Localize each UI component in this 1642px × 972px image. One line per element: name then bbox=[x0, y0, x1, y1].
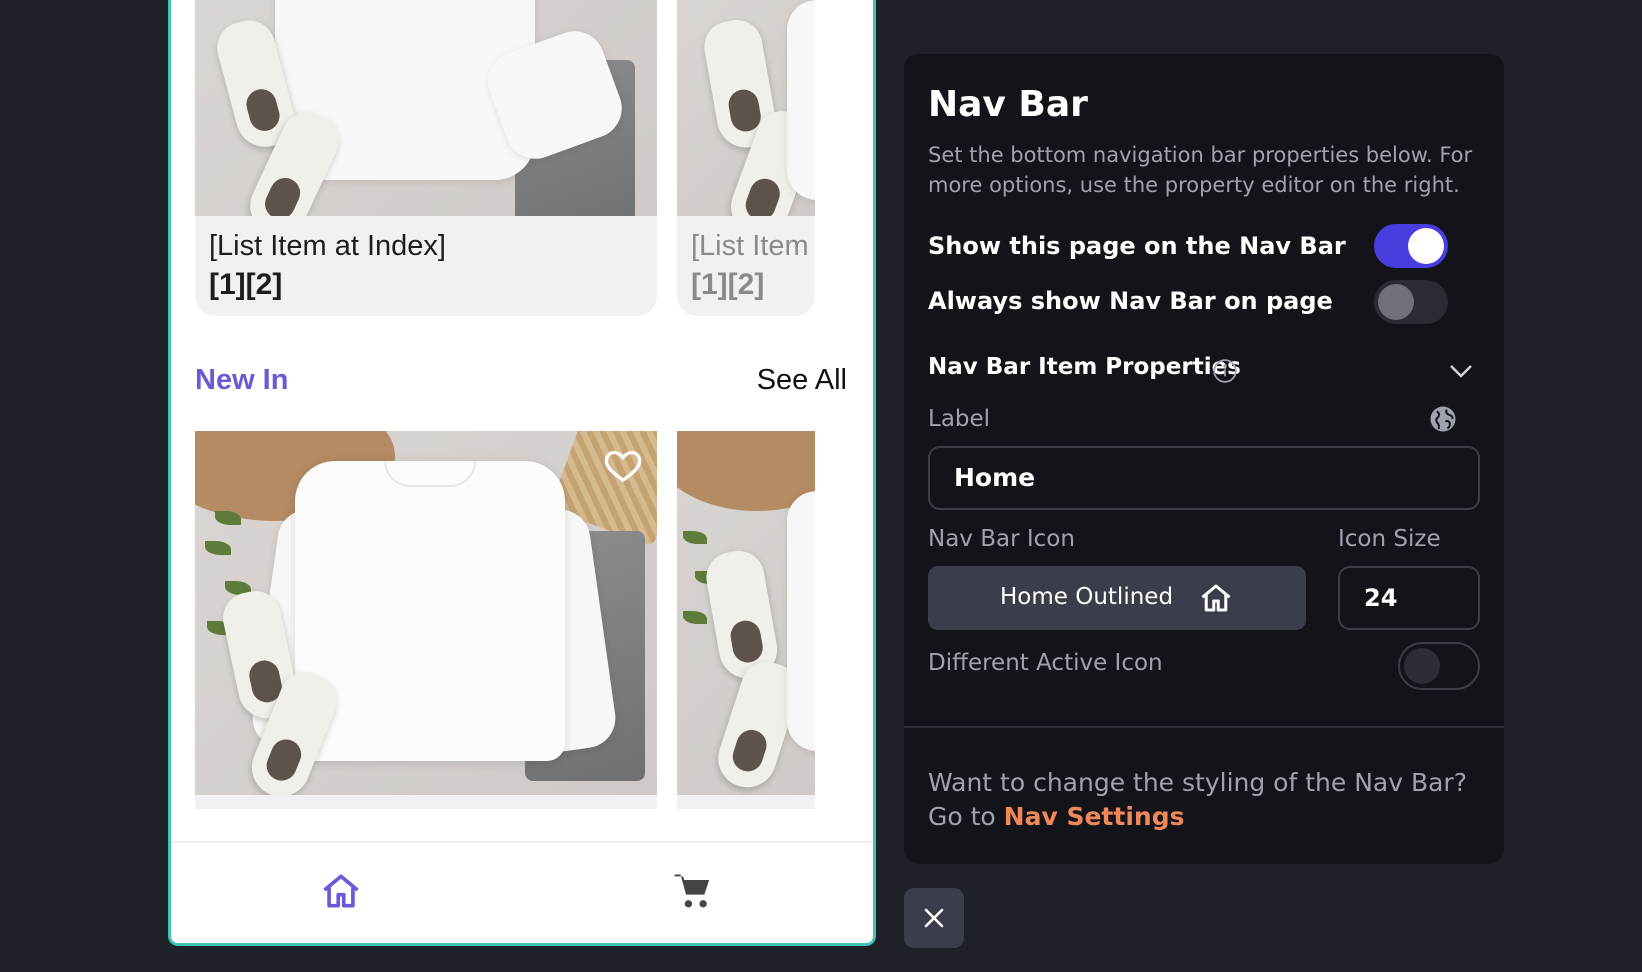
product-index: [1][2] bbox=[209, 268, 283, 301]
home-outlined-icon[interactable] bbox=[319, 869, 363, 913]
section-title: New In bbox=[195, 364, 289, 396]
product-title: [List Item at Index] bbox=[691, 230, 815, 262]
different-active-icon-toggle[interactable] bbox=[1398, 642, 1480, 690]
product-image[interactable] bbox=[195, 431, 657, 795]
item-properties-heading: Nav Bar Item Properties bbox=[928, 354, 1241, 380]
nav-bar-icon-picker[interactable]: Home Outlined bbox=[928, 566, 1306, 630]
icon-size-input[interactable]: 24 bbox=[1338, 566, 1480, 630]
show-on-nav-bar-label: Show this page on the Nav Bar bbox=[928, 232, 1346, 260]
see-all-link[interactable]: See All bbox=[757, 364, 847, 397]
footer-go-to: Go to bbox=[928, 802, 996, 831]
chevron-down-icon[interactable] bbox=[1446, 356, 1476, 386]
always-show-label: Always show Nav Bar on page bbox=[928, 287, 1333, 315]
product-card-caption[interactable]: [List Item at Index] [1][2] bbox=[195, 216, 657, 316]
label-input[interactable]: Home bbox=[928, 446, 1480, 510]
footer-note: Want to change the styling of the Nav Ba… bbox=[928, 766, 1488, 834]
divider bbox=[904, 726, 1504, 728]
product-image[interactable] bbox=[677, 431, 815, 795]
nav-bar-panel: Nav Bar Set the bottom navigation bar pr… bbox=[904, 54, 1504, 864]
product-card-caption[interactable]: [List Item at Index] [1][2] bbox=[677, 216, 815, 316]
close-button[interactable] bbox=[904, 888, 964, 948]
panel-title: Nav Bar bbox=[928, 84, 1088, 125]
phone-preview: [List Item at Index] [1][2] [List Item a… bbox=[168, 0, 876, 946]
bottom-nav-bar bbox=[171, 841, 873, 943]
product-index: [1][2] bbox=[691, 268, 765, 301]
icon-picker-value: Home Outlined bbox=[1000, 584, 1174, 610]
nav-settings-link[interactable]: Nav Settings bbox=[1004, 802, 1185, 831]
nav-bar-icon-label: Nav Bar Icon bbox=[928, 526, 1075, 552]
info-icon[interactable] bbox=[1212, 358, 1238, 384]
label-field-label: Label bbox=[928, 406, 991, 432]
product-image bbox=[195, 0, 657, 216]
close-icon bbox=[924, 908, 944, 928]
panel-description: Set the bottom navigation bar properties… bbox=[928, 143, 1473, 197]
product-title: [List Item at Index] bbox=[209, 230, 446, 262]
product-image bbox=[677, 0, 815, 216]
show-on-nav-bar-toggle[interactable] bbox=[1374, 224, 1448, 268]
home-outlined-icon bbox=[1201, 584, 1231, 612]
icon-size-label: Icon Size bbox=[1338, 526, 1441, 552]
different-active-icon-label: Different Active Icon bbox=[928, 650, 1163, 676]
footer-text: Want to change the styling of the Nav Ba… bbox=[928, 768, 1467, 797]
globe-icon[interactable] bbox=[1428, 404, 1458, 434]
product-card-caption bbox=[195, 795, 657, 809]
product-card-caption bbox=[677, 795, 815, 809]
always-show-toggle[interactable] bbox=[1374, 280, 1448, 324]
favorite-heart-icon[interactable] bbox=[603, 445, 643, 485]
shopping-cart-icon[interactable] bbox=[671, 869, 715, 913]
